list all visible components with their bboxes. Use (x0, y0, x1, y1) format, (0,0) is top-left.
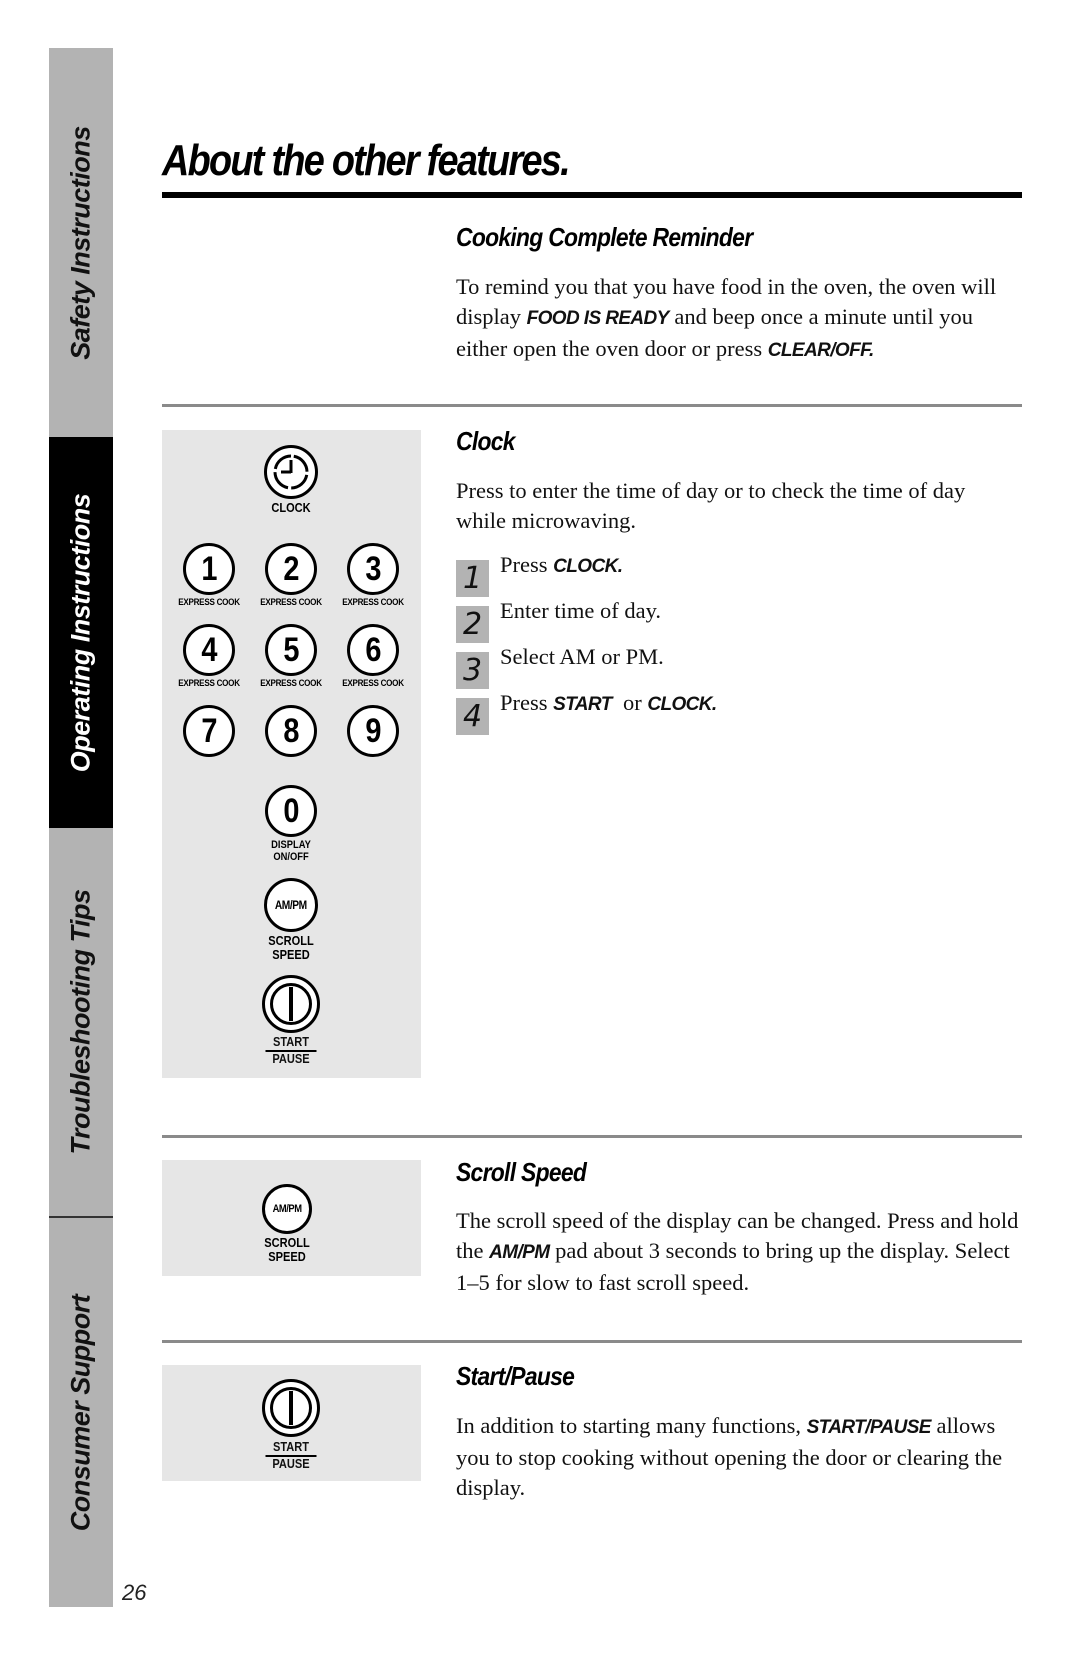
scroll-speed-illustration: AM/PM SCROLL SPEED (162, 1160, 421, 1276)
digit-key-6: 6 (347, 624, 399, 676)
am-pm-key: AM/PM (262, 1184, 312, 1234)
start-pause-caption: START PAUSE (265, 1440, 317, 1471)
step-number: 4 (456, 698, 489, 735)
tab-troubleshooting-tips[interactable]: Troubleshooting Tips (49, 828, 113, 1216)
digit-key-2: 2 (265, 543, 317, 595)
start-pause-key (262, 1379, 320, 1437)
step-item: 2 Enter time of day. (456, 596, 1016, 643)
clock-steps: 1 Press CLOCK. 2 Enter time of day. 3 Se… (456, 550, 1016, 735)
display-on-off-caption: DISPLAY ON/OFF (257, 839, 325, 863)
section-divider (162, 1340, 1022, 1343)
digit-key-1: 1 (183, 543, 235, 595)
keyword-clock: CLOCK. (553, 556, 623, 577)
digit-key-0: 0 (265, 785, 317, 837)
digit-key-9: 9 (347, 705, 399, 757)
step-number: 2 (456, 606, 489, 643)
caption-line: SCROLL (268, 933, 314, 948)
step-text: Select AM or PM. (500, 644, 664, 669)
step-item: 4 Press START or CLOCK. (456, 688, 1016, 735)
caption-line: PAUSE (272, 1456, 310, 1471)
am-pm-key: AM/PM (264, 878, 318, 932)
scroll-speed-caption: SCROLL SPEED (257, 934, 325, 962)
tab-label: Operating Instructions (65, 493, 96, 772)
keyword-clear-off: CLEAR/OFF. (767, 340, 874, 361)
express-cook-caption: EXPRESS COOK (260, 597, 322, 608)
start-icon-bar (289, 1391, 293, 1425)
start-pause-illustration: START PAUSE (162, 1365, 421, 1481)
start-pause-key (262, 975, 320, 1033)
start-pause-heading: Start/Pause (456, 1361, 575, 1391)
keyword-clock: CLOCK. (647, 694, 717, 715)
clock-icon (273, 454, 309, 490)
caption-line: SPEED (272, 947, 310, 962)
clock-heading: Clock (456, 426, 515, 456)
express-cook-caption: EXPRESS COOK (342, 597, 404, 608)
page-title: About the other features. (162, 136, 571, 185)
section-divider (162, 1135, 1022, 1138)
caption-line: START (265, 1440, 317, 1457)
start-pause-caption: START PAUSE (265, 1035, 317, 1066)
caption-line: SCROLL (264, 1235, 310, 1250)
digit-key-7: 7 (183, 705, 235, 757)
caption-line: START (265, 1035, 317, 1052)
tab-consumer-support[interactable]: Consumer Support (49, 1218, 113, 1607)
tab-label: Troubleshooting Tips (65, 889, 96, 1155)
tab-safety-instructions[interactable]: Safety Instructions (49, 48, 113, 437)
page-number: 26 (122, 1580, 147, 1605)
tab-operating-instructions[interactable]: Operating Instructions (49, 437, 113, 828)
express-cook-caption: EXPRESS COOK (178, 678, 240, 689)
keyword-start-pause: START/PAUSE (806, 1417, 932, 1438)
keypad-illustration: CLOCK 1 2 3 EXPRESS COOK EXPRESS COOK EX… (162, 430, 421, 1078)
express-cook-caption: EXPRESS COOK (342, 678, 404, 689)
section-divider (162, 404, 1022, 407)
tab-label: Safety Instructions (65, 125, 96, 360)
clock-key (264, 445, 318, 499)
keyword-am-pm: AM/PM (489, 1242, 550, 1263)
title-rule (162, 192, 1022, 198)
caption-line: ON/OFF (273, 851, 309, 863)
keyword-start: START (553, 694, 612, 715)
express-cook-caption: EXPRESS COOK (260, 678, 322, 689)
clock-key-label: CLOCK (271, 500, 311, 515)
step-text: Enter time of day. (500, 598, 661, 623)
scroll-speed-body: The scroll speed of the display can be c… (456, 1206, 1026, 1298)
step-number: 3 (456, 652, 489, 689)
caption-line: SPEED (268, 1249, 306, 1264)
express-cook-caption: EXPRESS COOK (178, 597, 240, 608)
caption-line: DISPLAY (271, 839, 311, 851)
keyword-food-is-ready: FOOD IS READY (526, 308, 670, 329)
tab-label: Consumer Support (65, 1294, 96, 1531)
scroll-speed-caption: SCROLL SPEED (253, 1236, 321, 1264)
step-text: Press START or CLOCK. (500, 690, 717, 715)
digit-key-8: 8 (265, 705, 317, 757)
step-text: Press CLOCK. (500, 552, 623, 577)
step-item: 3 Select AM or PM. (456, 642, 1016, 689)
step-item: 1 Press CLOCK. (456, 550, 1016, 597)
digit-key-5: 5 (265, 624, 317, 676)
caption-line: PAUSE (272, 1051, 310, 1066)
cooking-complete-body: To remind you that you have food in the … (456, 272, 1026, 366)
digit-key-3: 3 (347, 543, 399, 595)
start-pause-body: In addition to starting many functions, … (456, 1411, 1026, 1503)
cooking-complete-heading: Cooking Complete Reminder (456, 222, 753, 252)
section-tabs-sidebar: Safety Instructions Operating Instructio… (49, 48, 113, 1607)
body-text: In addition to starting many functions, (456, 1413, 807, 1438)
clock-body: Press to enter the time of day or to che… (456, 478, 966, 533)
scroll-speed-heading: Scroll Speed (456, 1157, 587, 1187)
start-icon-bar (289, 987, 293, 1021)
digit-key-4: 4 (183, 624, 235, 676)
step-number: 1 (456, 560, 489, 597)
